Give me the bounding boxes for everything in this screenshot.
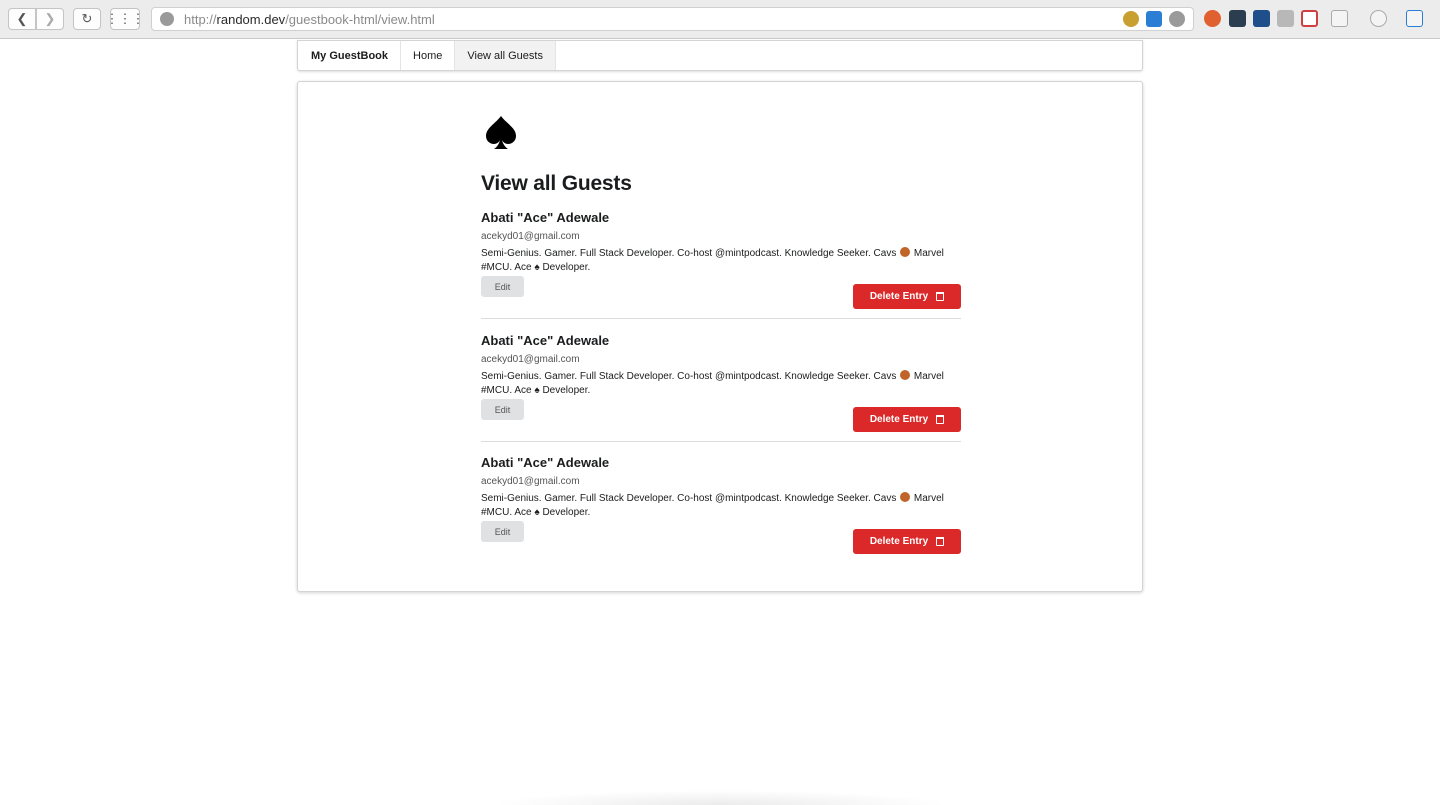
url-host: random.dev [216,11,286,27]
divider [481,441,961,442]
battery-icon[interactable] [1406,10,1423,27]
share-icon[interactable] [1331,10,1348,27]
delete-entry-label: Delete Entry [869,291,929,302]
bottom-shadow [490,790,950,805]
url-scheme: http:// [184,11,217,27]
spade-icon [486,116,516,149]
guest-name: Abati "Ace" Adewale [481,333,610,348]
grid-icon: ⋮⋮⋮ [105,11,145,26]
guest-name: Abati "Ace" Adewale [481,455,610,470]
guest-name: Abati "Ace" Adewale [481,210,610,225]
guest-entry: Abati "Ace" Adewale acekyd01@gmail.com S… [481,455,961,575]
guest-bio-text: Semi-Genius. Gamer. Full Stack Developer… [481,248,897,259]
address-bar[interactable]: http://random.dev/guestbook-html/view.ht… [151,7,1194,31]
extension-icon-3[interactable] [1253,10,1270,27]
basketball-icon [900,492,911,502]
edit-button[interactable]: Edit [481,399,524,420]
extension-icon-2[interactable] [1229,10,1246,27]
page-title: View all Guests [481,172,632,195]
shield-icon[interactable] [1146,11,1162,27]
guest-entry: Abati "Ace" Adewale acekyd01@gmail.com S… [481,210,961,330]
edit-button[interactable]: Edit [481,276,524,297]
downloads-icon[interactable] [1370,10,1387,27]
guest-bio-text: Semi-Genius. Gamer. Full Stack Developer… [481,371,897,382]
guest-email: acekyd01@gmail.com [481,476,580,487]
delete-entry-label: Delete Entry [869,536,929,547]
address-bar-icons [1123,11,1185,27]
basketball-icon [900,370,911,380]
delete-entry-button[interactable]: Delete Entry [853,407,961,432]
guest-bio: Semi-Genius. Gamer. Full Stack Developer… [481,370,959,398]
guest-bio-text: Semi-Genius. Gamer. Full Stack Developer… [481,493,897,504]
main-segment: View all Guests Abati "Ace" Adewale acek… [297,81,1143,592]
reload-button[interactable]: ↻ [73,8,101,30]
back-button[interactable]: ❮ [8,8,36,30]
top-menu: My GuestBook Home View all Guests [297,40,1143,71]
delete-entry-label: Delete Entry [869,414,929,425]
divider [481,318,961,319]
guest-bio: Semi-Genius. Gamer. Full Stack Developer… [481,247,959,275]
delete-entry-button[interactable]: Delete Entry [853,284,961,309]
edit-button[interactable]: Edit [481,521,524,542]
globe-icon [160,12,174,26]
menu-item-view-all-guests[interactable]: View all Guests [455,41,556,70]
extension-badge-icon[interactable] [1123,11,1139,27]
heart-icon[interactable] [1169,11,1185,27]
guest-email: acekyd01@gmail.com [481,231,580,242]
chevron-right-icon: ❯ [44,11,56,26]
browser-toolbar: ❮ ❯ ↻ ⋮⋮⋮ http://random.dev/guestbook-ht… [0,0,1440,39]
trash-icon [936,537,945,546]
extension-icon-1[interactable] [1204,10,1221,27]
url-path: /guestbook-html/view.html [285,11,435,27]
trash-icon [936,415,945,424]
reload-icon: ↻ [81,11,93,26]
delete-entry-button[interactable]: Delete Entry [853,529,961,554]
guest-entry: Abati "Ace" Adewale acekyd01@gmail.com S… [481,333,961,453]
url-text: http://random.dev/guestbook-html/view.ht… [184,12,435,27]
extension-icon-4[interactable] [1277,10,1294,27]
chevron-left-icon: ❮ [16,11,28,26]
menu-brand[interactable]: My GuestBook [298,41,402,70]
basketball-icon [900,247,911,257]
trash-icon [936,292,945,301]
menu-item-home[interactable]: Home [401,41,456,70]
guest-bio: Semi-Genius. Gamer. Full Stack Developer… [481,492,959,520]
guest-email: acekyd01@gmail.com [481,354,580,365]
extension-icon-5[interactable] [1301,10,1318,27]
apps-button[interactable]: ⋮⋮⋮ [106,8,145,30]
forward-button[interactable]: ❯ [36,8,64,30]
